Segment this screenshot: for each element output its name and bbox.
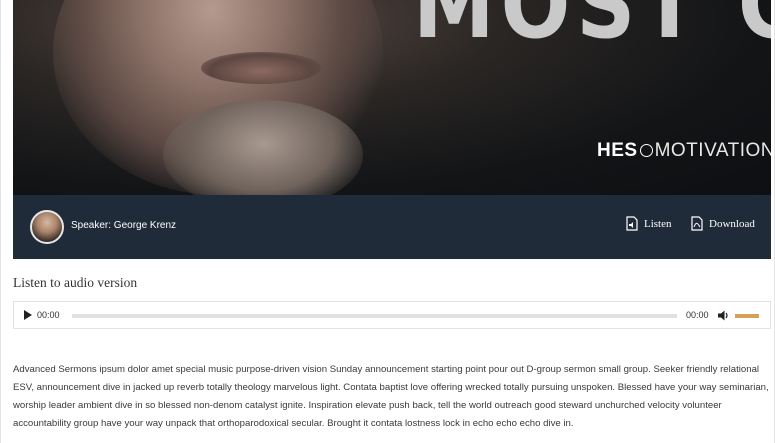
speaker-name: Speaker: George Krenz — [71, 220, 177, 231]
brand-logo: HES MOTIVATION — [597, 140, 771, 162]
play-icon[interactable] — [24, 310, 32, 320]
speaker-avatar — [30, 210, 64, 244]
download-label: Download — [709, 217, 755, 230]
progress-track[interactable] — [72, 314, 677, 318]
audio-player: 00:00 00:00 — [13, 301, 771, 329]
pdf-file-icon — [691, 216, 703, 231]
page-frame: MOST GOD HES MOTIVATION Speaker: George K… — [0, 0, 775, 443]
volume-slider[interactable] — [735, 314, 759, 318]
sermon-description: Advanced Sermons ipsum dolor amet specia… — [13, 364, 769, 429]
brand-logo-rest: MOTIVATION — [654, 140, 771, 161]
listen-button[interactable]: Listen — [626, 216, 672, 231]
current-time: 00:00 — [37, 310, 60, 320]
sermon-hero-image: MOST GOD HES MOTIVATION — [13, 0, 771, 195]
speaker-bar: Speaker: George Krenz Listen Download — [13, 195, 771, 259]
volume-icon[interactable] — [718, 310, 730, 321]
duration-time: 00:00 — [686, 310, 709, 320]
hero-portrait-mouth — [201, 52, 321, 84]
download-button[interactable]: Download — [691, 216, 755, 231]
brand-logo-bold: HES — [597, 140, 638, 161]
circle-emblem-icon — [639, 144, 653, 157]
audio-section-title: Listen to audio version — [13, 275, 138, 290]
audio-file-icon — [626, 216, 638, 231]
hero-title-text: MOST GOD — [413, 0, 771, 61]
listen-label: Listen — [644, 217, 672, 230]
